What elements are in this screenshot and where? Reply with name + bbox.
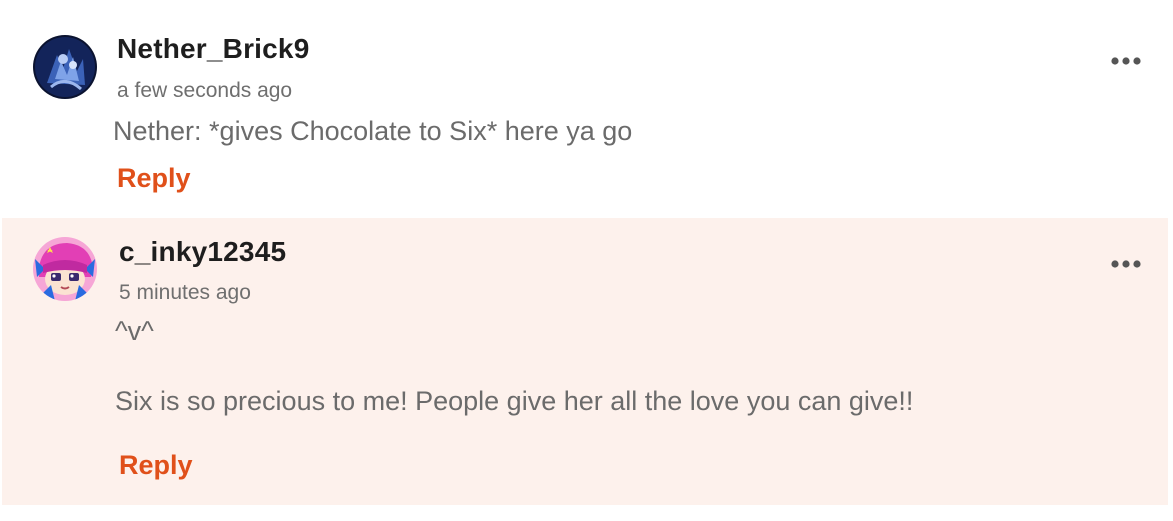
comment-body: ^v^ Six is so precious to me! People giv… xyxy=(115,316,914,416)
comment-username[interactable]: Nether_Brick9 xyxy=(117,33,309,65)
reply-button[interactable]: Reply xyxy=(119,450,193,481)
comment-item: Nether_Brick9 a few seconds ago Nether: … xyxy=(0,0,1168,216)
more-options-icon[interactable] xyxy=(1110,55,1142,67)
more-options-icon[interactable] xyxy=(1110,258,1142,270)
comment-body: Nether: *gives Chocolate to Six* here ya… xyxy=(113,116,633,146)
reply-button[interactable]: Reply xyxy=(117,163,191,194)
user-avatar[interactable] xyxy=(33,237,97,301)
comment-username[interactable]: c_inky12345 xyxy=(119,236,286,268)
comment-item-highlighted: c_inky12345 5 minutes ago ^v^ Six is so … xyxy=(2,218,1168,505)
comment-timestamp: a few seconds ago xyxy=(117,79,293,102)
comment-timestamp: 5 minutes ago xyxy=(119,281,251,304)
user-avatar[interactable] xyxy=(33,35,97,99)
